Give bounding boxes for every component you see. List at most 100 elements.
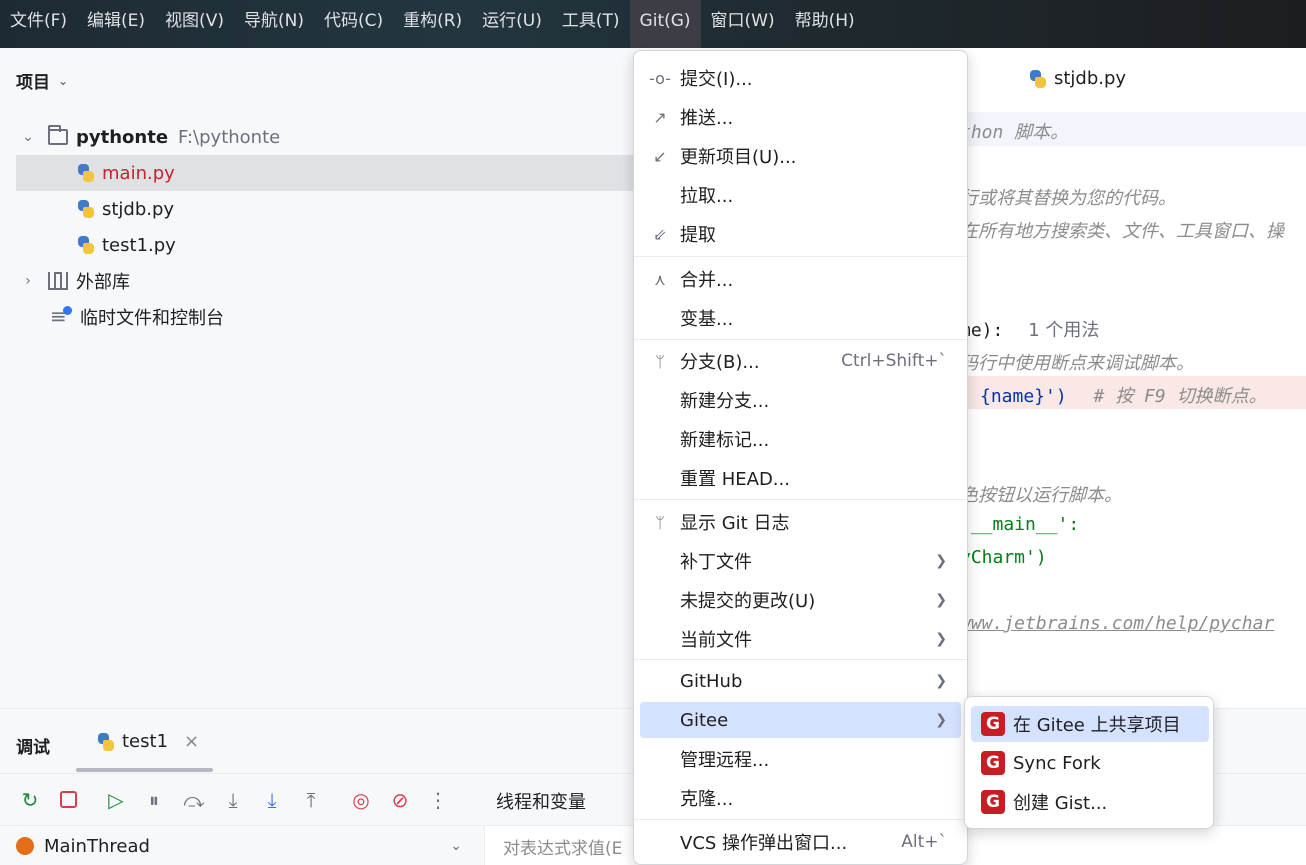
chevron-right-icon: ❯ <box>935 553 947 569</box>
gitee-sync-fork-item[interactable]: G Sync Fork <box>971 745 1209 781</box>
git-reset-head-item[interactable]: 重置 HEAD... <box>640 460 961 496</box>
menu-separator <box>634 499 967 500</box>
chevron-down-icon[interactable]: ⌄ <box>16 129 40 145</box>
editor-tab-stjdb[interactable]: stjdb.py <box>1028 68 1126 89</box>
code-line: me): 1 个用法 <box>960 316 1099 342</box>
git-new-tag-item[interactable]: 新建标记... <box>640 421 961 457</box>
gitee-share-project-item[interactable]: G 在 Gitee 上共享项目 <box>971 706 1209 742</box>
project-view-selector[interactable]: 项目 ⌄ <box>16 68 70 93</box>
git-push-item[interactable]: ↗ 推送... <box>640 99 961 135</box>
git-pull-item[interactable]: 拉取... <box>640 177 961 213</box>
code-line: yCharm') <box>960 547 1047 568</box>
main-menu-bar: 文件(F) 编辑(E) 视图(V) 导航(N) 代码(C) 重构(R) 运行(U… <box>0 0 1306 48</box>
menu-window[interactable]: 窗口(W) <box>701 0 785 48</box>
step-into-icon[interactable]: ⤓ <box>221 788 245 812</box>
thread-selector[interactable]: MainThread ⌄ <box>0 825 484 865</box>
rerun-icon[interactable]: ↻ <box>18 788 42 812</box>
commit-icon: -o- <box>649 68 671 88</box>
debug-tab-label: test1 <box>122 731 169 752</box>
code-line: thon 脚本。 <box>960 122 1069 143</box>
code-line: 色按钮以运行脚本。 <box>960 485 1122 506</box>
code-line: {name}') # 按 F9 切换断点。 <box>980 382 1267 408</box>
step-over-icon[interactable]: ⤼ <box>182 788 206 812</box>
tree-file-test1[interactable]: test1.py <box>16 227 656 263</box>
tree-scratches[interactable]: 临时文件和控制台 <box>16 299 656 335</box>
debug-session-tab[interactable]: test1 × <box>96 731 199 752</box>
menu-view[interactable]: 视图(V) <box>155 0 234 48</box>
step-into-my-code-icon[interactable]: ⤓ <box>260 788 284 812</box>
root-folder-name: pythonte <box>76 126 169 148</box>
git-patch-item[interactable]: 补丁文件 ❯ <box>640 543 961 579</box>
menu-git[interactable]: Git(G) <box>629 0 701 48</box>
pause-icon[interactable]: ⏸ <box>142 788 166 812</box>
scratches-label: 临时文件和控制台 <box>80 308 224 329</box>
git-branches-item[interactable]: ᛘ 分支(B)... Ctrl+Shift+` <box>640 343 961 379</box>
scratches-icon <box>50 304 72 328</box>
library-icon <box>48 272 68 290</box>
file-name: stjdb.py <box>102 198 175 220</box>
chevron-down-icon[interactable]: ⌄ <box>450 838 484 854</box>
git-github-item[interactable]: GitHub ❯ <box>640 663 961 699</box>
fetch-icon: ⇙ <box>653 224 667 244</box>
step-out-icon[interactable]: ⤒ <box>299 788 323 812</box>
more-options-icon[interactable]: ⋮ <box>426 788 450 812</box>
file-name: main.py <box>102 162 175 184</box>
git-fetch-item[interactable]: ⇙ 提取 <box>640 216 961 252</box>
git-remotes-item[interactable]: 管理远程... <box>640 741 961 777</box>
git-current-file-item[interactable]: 当前文件 ❯ <box>640 621 961 657</box>
chevron-right-icon: ❯ <box>935 673 947 689</box>
python-file-icon <box>76 163 96 183</box>
tab-underline <box>76 768 213 772</box>
tree-file-main[interactable]: main.py <box>16 155 640 191</box>
menu-separator <box>634 339 967 340</box>
tree-file-stjdb[interactable]: stjdb.py <box>16 191 656 227</box>
menu-refactor[interactable]: 重构(R) <box>393 0 472 48</box>
python-file-icon <box>76 199 96 219</box>
gitee-create-gist-item[interactable]: G 创建 Gist... <box>971 784 1209 820</box>
tree-external-libraries[interactable]: › 外部库 <box>16 263 656 299</box>
menu-edit[interactable]: 编辑(E) <box>77 0 155 48</box>
view-breakpoints-icon[interactable]: ◎ <box>349 788 373 812</box>
branch-icon: ᛘ <box>655 351 665 371</box>
file-name: test1.py <box>102 234 176 256</box>
git-clone-item[interactable]: 克隆... <box>640 780 961 816</box>
chevron-right-icon: ❯ <box>935 631 947 647</box>
git-update-item[interactable]: ↙ 更新项目(U)... <box>640 138 961 174</box>
git-rebase-item[interactable]: 变基... <box>640 300 961 336</box>
shortcut-label: Alt+` <box>901 832 947 852</box>
chevron-right-icon[interactable]: › <box>16 273 40 289</box>
root-folder-path: F:\pythonte <box>178 126 281 148</box>
git-new-branch-item[interactable]: 新建分支... <box>640 382 961 418</box>
gitee-submenu: G 在 Gitee 上共享项目 G Sync Fork G 创建 Gist... <box>964 696 1214 829</box>
gitee-logo-icon: G <box>981 712 1005 736</box>
code-line: 行或将其替换为您的代码。 <box>960 188 1176 209</box>
code-line: 码行中使用断点来调试脚本。 <box>960 353 1194 374</box>
code-comment: # 按 F9 切换断点。 <box>1093 386 1267 407</box>
menu-help[interactable]: 帮助(H) <box>785 0 865 48</box>
code-line: '__main__': <box>960 514 1080 535</box>
threads-variables-tab[interactable]: 线程和变量 <box>496 788 586 814</box>
git-uncommitted-item[interactable]: 未提交的更改(U) ❯ <box>640 582 961 618</box>
menu-code[interactable]: 代码(C) <box>314 0 393 48</box>
mute-breakpoints-icon[interactable]: ⊘ <box>388 788 412 812</box>
chevron-right-icon: ❯ <box>935 592 947 608</box>
resume-icon[interactable]: ▷ <box>104 788 128 812</box>
menu-file[interactable]: 文件(F) <box>0 0 77 48</box>
thread-name: MainThread <box>44 835 150 857</box>
menu-separator <box>634 659 967 660</box>
git-merge-item[interactable]: ⋏ 合并... <box>640 261 961 297</box>
menu-tools[interactable]: 工具(T) <box>552 0 630 48</box>
code-line-link[interactable]: www.jetbrains.com/help/pychar <box>960 613 1274 634</box>
git-commit-item[interactable]: -o- 提交(I)... <box>640 60 961 96</box>
update-arrow-icon: ↙ <box>653 146 667 166</box>
git-vcs-popup-item[interactable]: VCS 操作弹出窗口... Alt+` <box>640 824 961 860</box>
close-icon[interactable]: × <box>184 731 199 752</box>
menu-navigate[interactable]: 导航(N) <box>234 0 314 48</box>
python-file-icon <box>96 732 116 752</box>
git-show-log-item[interactable]: ᛘ 显示 Git 日志 <box>640 504 961 540</box>
usage-hint[interactable]: 1 个用法 <box>1028 320 1099 341</box>
menu-run[interactable]: 运行(U) <box>472 0 552 48</box>
git-gitee-item[interactable]: Gitee ❯ <box>640 702 961 738</box>
tree-root-folder[interactable]: ⌄ pythonte F:\pythonte <box>16 119 656 155</box>
stop-icon[interactable] <box>56 788 80 812</box>
